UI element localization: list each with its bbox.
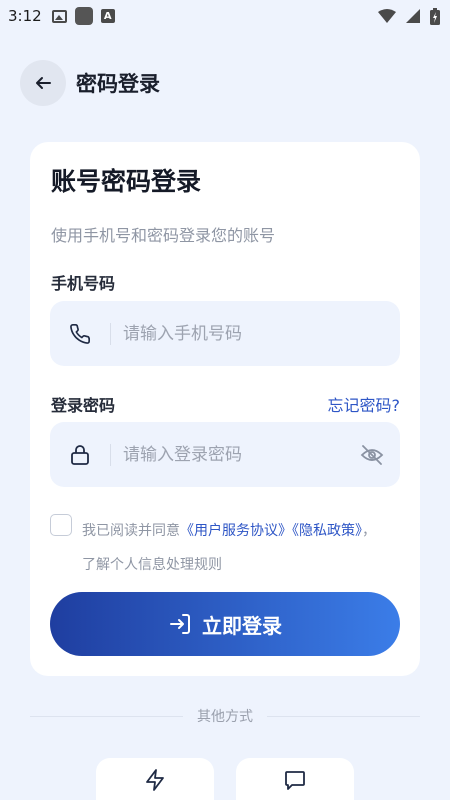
- other-methods-divider: 其他方式: [30, 706, 420, 726]
- agreement-text: 我已阅读并同意《用户服务协议》《隐私政策》，了解个人信息处理规则: [82, 514, 382, 582]
- phone-input-box: [50, 301, 400, 366]
- system-icons: [378, 7, 440, 25]
- user-agreement-link[interactable]: 《用户服务协议》: [180, 523, 292, 539]
- password-label: 登录密码: [51, 396, 116, 415]
- login-icon: [170, 614, 190, 634]
- phone-icon: [50, 323, 110, 345]
- lock-icon: [50, 444, 110, 466]
- login-button-label: 立即登录: [202, 613, 282, 638]
- arrow-left-icon: [36, 77, 51, 89]
- lightning-icon: [146, 769, 164, 791]
- message-icon: [285, 771, 305, 790]
- privacy-policy-link[interactable]: 《隐私政策》: [292, 523, 362, 539]
- forgot-password-link[interactable]: 忘记密码?: [328, 392, 401, 416]
- page-title: 密码登录: [76, 72, 160, 96]
- password-input[interactable]: [111, 422, 344, 487]
- login-button[interactable]: 立即登录: [50, 592, 400, 656]
- agreement-checkbox[interactable]: [50, 514, 72, 536]
- other-methods-label: 其他方式: [197, 709, 253, 725]
- password-input-box: [50, 422, 400, 487]
- a-notification-icon: A: [100, 9, 115, 23]
- status-bar: 3:12 A: [0, 0, 450, 32]
- card-title: 账号密码登录: [51, 167, 202, 196]
- status-time: 3:12: [8, 7, 42, 25]
- quick-login-button[interactable]: [96, 758, 214, 800]
- divider-line: [267, 715, 420, 717]
- sms-login-button[interactable]: [236, 758, 354, 800]
- eye-off-icon[interactable]: [344, 444, 400, 466]
- phone-label: 手机号码: [51, 274, 116, 293]
- app-notification-icon: [74, 7, 93, 25]
- login-card: 账号密码登录 使用手机号和密码登录您的账号 手机号码 登录密码 忘记密码?: [30, 142, 420, 676]
- notification-icons: A: [51, 7, 115, 25]
- signal-icon: [406, 9, 420, 23]
- divider-line: [30, 715, 183, 717]
- battery-icon: [430, 7, 440, 25]
- back-button[interactable]: [20, 60, 66, 106]
- wifi-icon: [378, 9, 396, 23]
- agreement-prefix: 我已阅读并同意: [82, 523, 180, 539]
- top-bar: 密码登录: [20, 60, 160, 106]
- card-subtitle: 使用手机号和密码登录您的账号: [51, 226, 276, 245]
- phone-input[interactable]: [111, 301, 400, 366]
- image-notification-icon: [51, 9, 67, 23]
